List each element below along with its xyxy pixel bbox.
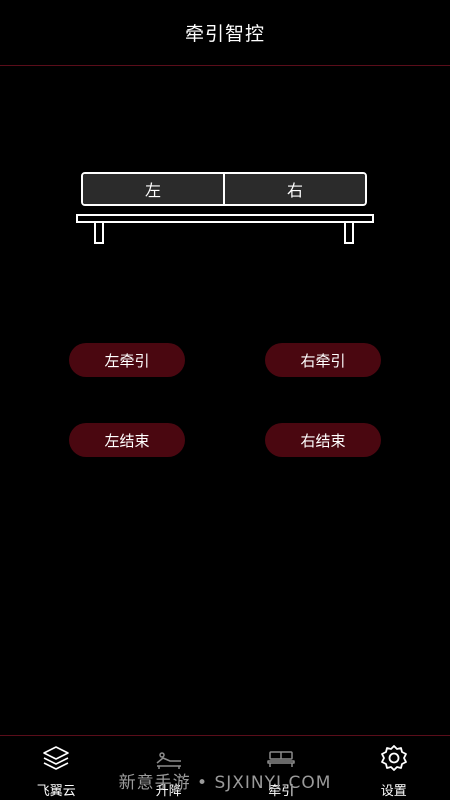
header-bar: 牵引智控: [0, 0, 450, 66]
page-title: 牵引智控: [184, 23, 265, 45]
bed-right-zone[interactable]: 右: [223, 174, 365, 204]
bed-right-label: 右: [286, 181, 303, 200]
left-end-button[interactable]: 左结束: [69, 423, 185, 457]
bed-frame: [76, 214, 374, 223]
right-end-button[interactable]: 右结束: [265, 423, 381, 457]
gear-icon: [379, 744, 409, 776]
nav-label-settings: 设置: [380, 784, 407, 799]
bed-left-label: 左: [144, 181, 161, 200]
layers-icon: [41, 744, 71, 776]
nav-item-lift[interactable]: 升降: [113, 736, 226, 800]
bed-traction-icon: [266, 744, 296, 776]
nav-label-lift: 升降: [155, 784, 182, 799]
bed-diagram: 左 右: [76, 172, 374, 246]
bed-left-zone[interactable]: 左: [83, 174, 223, 204]
bed-leg-right: [344, 221, 354, 244]
nav-label-traction: 牵引: [268, 784, 295, 799]
bottom-nav: 飞翼云 升降 牵引 设置: [0, 735, 450, 800]
nav-item-settings[interactable]: 设置: [338, 736, 450, 800]
bed-lift-icon: [154, 744, 184, 776]
nav-item-feiyiyun[interactable]: 飞翼云: [0, 736, 113, 800]
bed-leg-left: [94, 221, 104, 244]
right-traction-button[interactable]: 右牵引: [265, 343, 381, 377]
nav-item-traction[interactable]: 牵引: [225, 736, 338, 800]
left-traction-button[interactable]: 左牵引: [69, 343, 185, 377]
mattress: 左 右: [81, 172, 367, 206]
nav-label-feiyiyun: 飞翼云: [36, 784, 76, 799]
